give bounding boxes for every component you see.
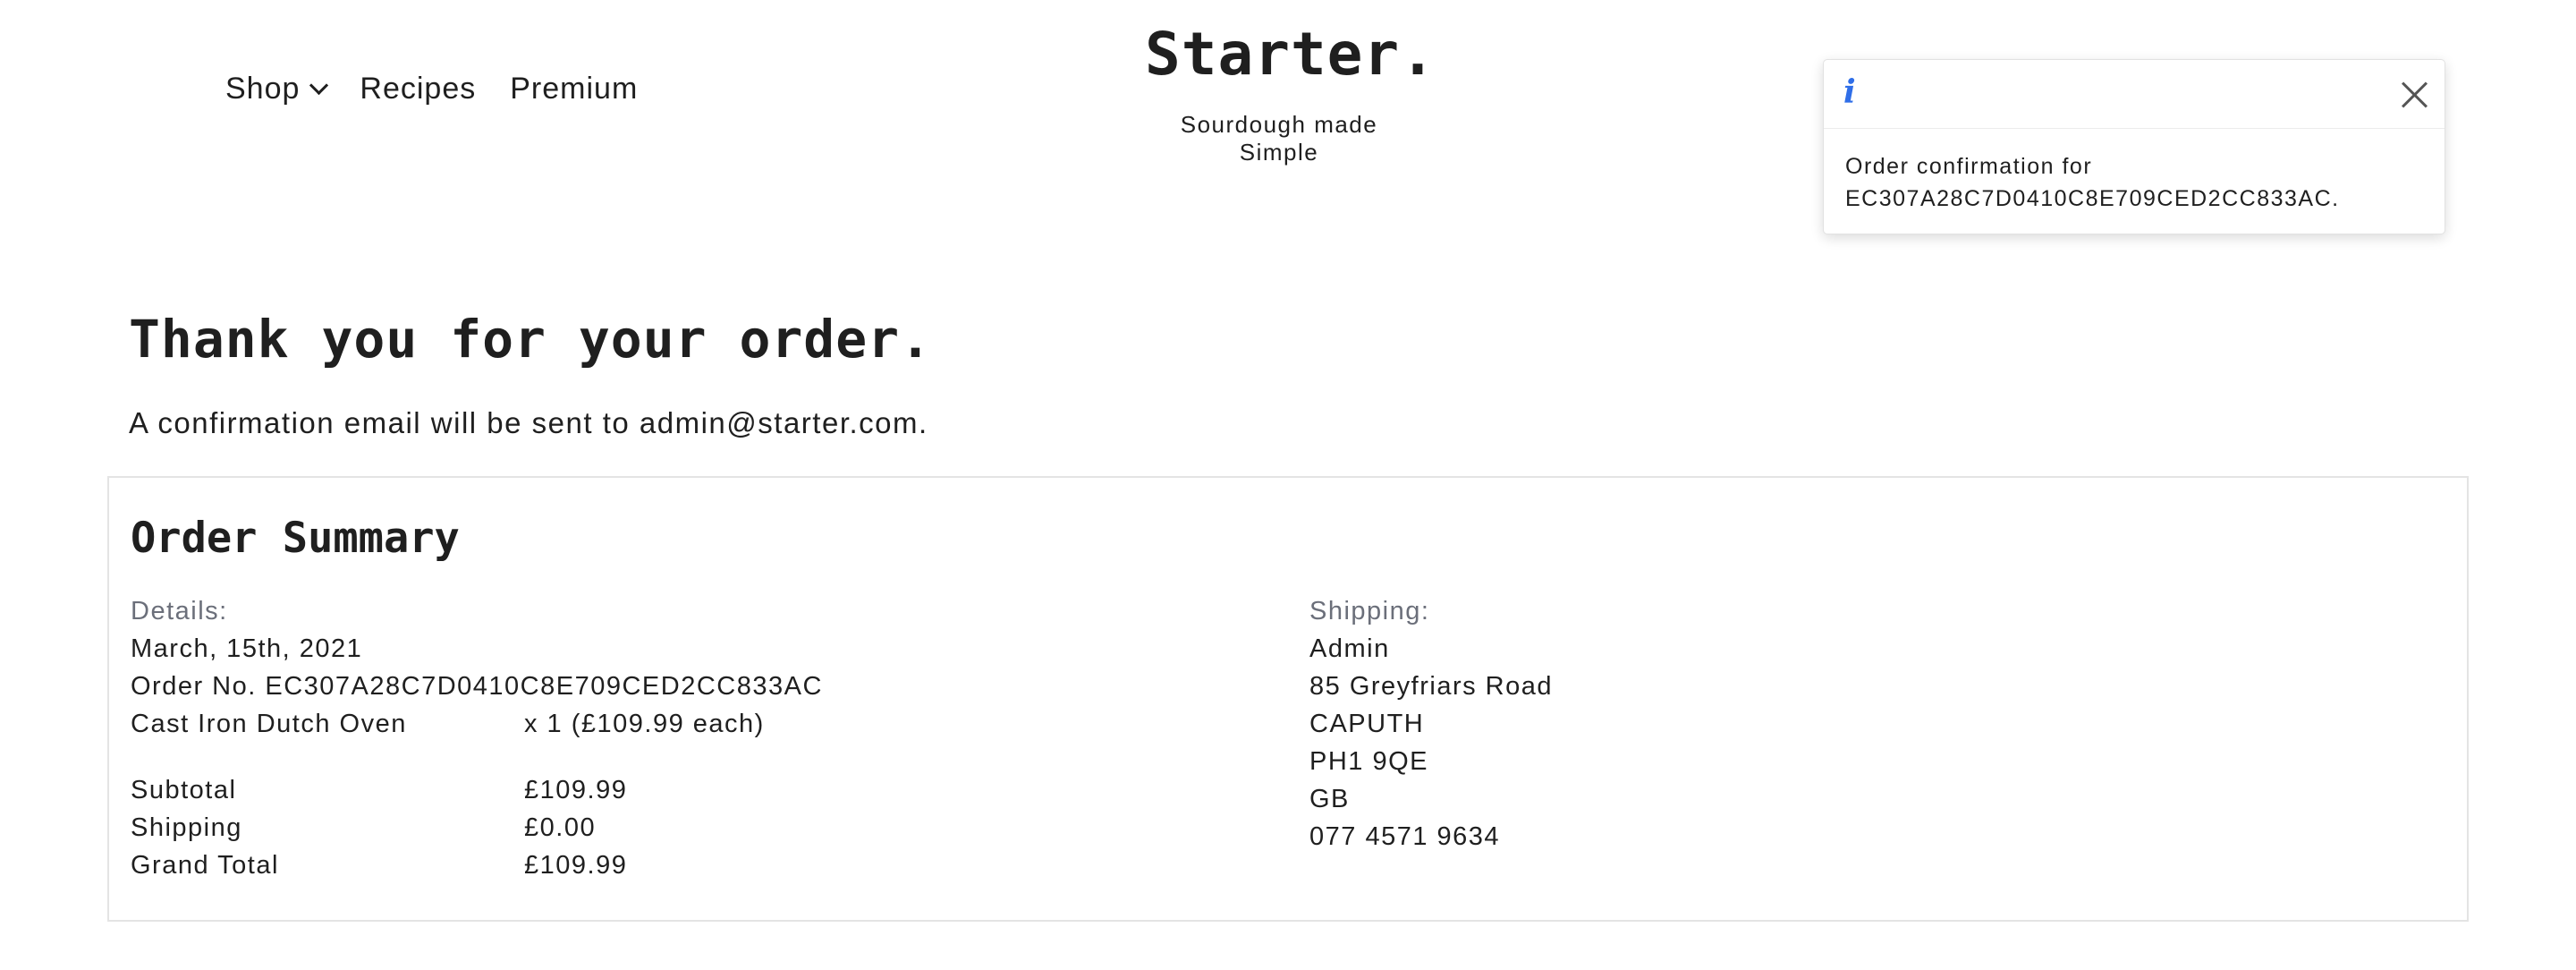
order-summary-title: Order Summary: [131, 514, 460, 563]
total-label: Grand Total: [131, 851, 279, 880]
nav-item-label: Premium: [510, 72, 639, 106]
nav-item-premium[interactable]: Premium: [510, 72, 638, 106]
address-line: 85 Greyfriars Road: [1309, 672, 1553, 701]
nav-item-label: Shop: [225, 72, 301, 106]
confirmation-suffix: .: [919, 406, 928, 439]
line-item: Cast Iron Dutch Oven x 1 (£109.99 each): [131, 705, 1204, 743]
nav-item-shop[interactable]: Shop: [225, 72, 329, 106]
total-label: Shipping: [131, 813, 242, 842]
address-line: GB: [1309, 785, 1350, 813]
brand-title: Starter.: [1145, 20, 1436, 89]
line-item-name: Cast Iron Dutch Oven: [131, 710, 407, 738]
toast-message-line: EC307A28C7D0410C8E709CED2CC833AC.: [1845, 186, 2340, 211]
confirmation-email: admin@starter.com: [639, 406, 919, 439]
order-toast: i Order confirmation for EC307A28C7D0410…: [1823, 59, 2445, 234]
page-title: Thank you for your order.: [129, 309, 932, 370]
total-value: £109.99: [524, 851, 628, 880]
order-date: March, 15th, 2021: [131, 634, 363, 663]
order-number: Order No. EC307A28C7D0410C8E709CED2CC833…: [131, 672, 823, 701]
phone-number: 077 4571 9634: [1309, 822, 1501, 851]
confirmation-message: A confirmation email will be sent to adm…: [129, 406, 928, 440]
brand-tagline: Sourdough made Simple: [1180, 111, 1378, 166]
info-icon: i: [1843, 73, 1856, 111]
line-item-qty-price: x 1 (£109.99 each): [524, 710, 765, 738]
subtotal-row: Subtotal £109.99: [131, 771, 1204, 809]
toast-header: i: [1824, 60, 2445, 129]
order-details: Details: March, 15th, 2021 Order No. EC3…: [131, 592, 1204, 884]
grand-total-row: Grand Total £109.99: [131, 847, 1204, 884]
brand-logo[interactable]: Starter. Sourdough made Simple: [1145, 20, 1436, 166]
shipping-label: Shipping:: [1309, 597, 1430, 625]
chevron-down-icon: [309, 75, 329, 96]
close-icon[interactable]: [2398, 78, 2430, 110]
toast-message-line: Order confirmation for: [1845, 154, 2093, 179]
order-summary-panel: Order Summary Details: March, 15th, 2021…: [107, 476, 2469, 922]
main-nav: Shop Recipes Premium: [225, 72, 672, 106]
toast-message: Order confirmation for EC307A28C7D0410C8…: [1824, 129, 2445, 215]
confirmation-prefix: A confirmation email will be sent to: [129, 406, 640, 439]
details-label: Details:: [131, 597, 228, 625]
shipping-row: Shipping £0.00: [131, 809, 1204, 847]
address-line: CAPUTH: [1309, 710, 1425, 738]
shipping-address: Shipping: Admin 85 Greyfriars Road CAPUT…: [1309, 592, 2025, 855]
total-value: £0.00: [524, 813, 597, 842]
total-value: £109.99: [524, 776, 628, 804]
address-line: PH1 9QE: [1309, 747, 1428, 776]
nav-item-recipes[interactable]: Recipes: [360, 72, 476, 106]
total-label: Subtotal: [131, 776, 237, 804]
address-line: Admin: [1309, 634, 1390, 663]
nav-item-label: Recipes: [360, 72, 477, 106]
